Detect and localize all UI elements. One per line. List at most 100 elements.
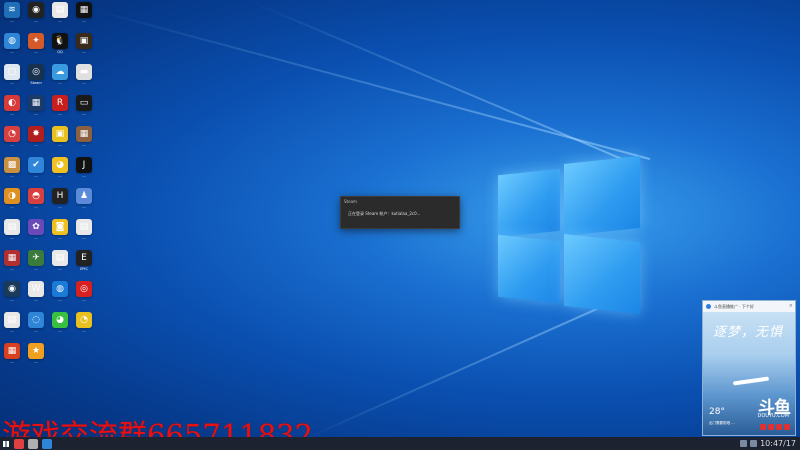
desktop-icon[interactable]: ▦...: [25, 95, 47, 116]
app-icon: ≋: [4, 2, 20, 18]
app-icon: ◎: [76, 281, 92, 297]
desktop-icon[interactable]: ▩...: [1, 157, 23, 178]
toast-message: 正在登录 Steam 帐户：kutialaa_2c0...: [348, 211, 421, 216]
desktop-icon-label: ...: [10, 174, 14, 178]
desktop-icon[interactable]: 🐧 QQ: [49, 33, 71, 54]
desktop-icon[interactable]: ◕...: [49, 157, 71, 178]
desktop-icon-label: ...: [10, 50, 14, 54]
logo-pane: [564, 156, 640, 236]
app-icon: ◔: [4, 126, 20, 142]
desktop-icon[interactable]: J...: [73, 157, 95, 178]
desktop-icon-label: ...: [34, 50, 38, 54]
app-icon: ◔: [76, 312, 92, 328]
network-icon[interactable]: [740, 440, 748, 447]
desktop-icon[interactable]: ▤...: [49, 2, 71, 23]
desktop-icon-label: ...: [82, 112, 86, 116]
wallpaper-beam: [89, 8, 651, 161]
pinned-app-1-icon[interactable]: [14, 438, 24, 449]
desktop-icon[interactable]: W...: [25, 281, 47, 302]
app-icon: ♟: [76, 188, 92, 204]
desktop-icon[interactable]: E EPIC: [73, 250, 95, 271]
desktop-icon[interactable]: ◌...: [25, 312, 47, 333]
desktop-icon-label: ...: [58, 236, 62, 240]
desktop-icon[interactable]: ▦...: [1, 250, 23, 271]
steam-login-toast[interactable]: Steam 正在登录 Steam 帐户：kutialaa_2c0...: [340, 196, 460, 229]
desktop-icon[interactable]: ◔...: [1, 126, 23, 147]
desktop-icon[interactable]: ◓...: [25, 188, 47, 209]
desktop-icon[interactable]: ◙...: [49, 219, 71, 240]
desktop-icon[interactable]: ◕...: [49, 312, 71, 333]
desktop-icon[interactable]: ✈...: [25, 250, 47, 271]
desktop-icon-label: ...: [82, 329, 86, 333]
pinned-app-3-icon[interactable]: [42, 438, 52, 449]
desktop-icon-label: ...: [82, 174, 86, 178]
desktop-icon[interactable]: ▤...: [49, 250, 71, 271]
clock[interactable]: 10:47/17: [760, 439, 796, 448]
app-icon: J: [76, 157, 92, 173]
desktop-icon-label: ...: [58, 112, 62, 116]
desktop-icon-label: ...: [82, 19, 86, 23]
desktop-icon[interactable]: ▣...: [73, 33, 95, 54]
desktop-icon[interactable]: ▢...: [1, 64, 23, 85]
douyu-ad-popup[interactable]: 斗鱼直播推广 · 下个好 × 逐梦，无惧 斗鱼 DOUYU.COM 28° 出门…: [702, 300, 796, 436]
app-icon: ◕: [52, 312, 68, 328]
desktop-icon-label: ...: [82, 236, 86, 240]
desktop-icon[interactable]: ◉...: [25, 2, 47, 23]
desktop-icon[interactable]: ✿...: [25, 219, 47, 240]
desktop-icon-label: ...: [58, 205, 62, 209]
app-icon: ▤: [52, 2, 68, 18]
start-button[interactable]: [0, 437, 12, 450]
desktop-icon[interactable]: ◎...: [73, 281, 95, 302]
desktop-icon-label: ...: [58, 298, 62, 302]
app-icon: ◑: [4, 188, 20, 204]
desktop-icon[interactable]: ≋...: [1, 2, 23, 23]
desktop-icon-label: ...: [34, 267, 38, 271]
desktop-icon[interactable]: ◔...: [73, 312, 95, 333]
pinned-apps: [12, 438, 54, 449]
desktop-icon[interactable]: H...: [49, 188, 71, 209]
desktop-icon[interactable]: ♟...: [73, 188, 95, 209]
pinned-app-2-icon[interactable]: [28, 438, 38, 449]
desktop-icon[interactable]: ◎ Steam: [25, 64, 47, 85]
desktop-icon[interactable]: ◍...: [49, 281, 71, 302]
desktop-icon[interactable]: ◑...: [1, 188, 23, 209]
volume-icon[interactable]: [750, 440, 758, 447]
desktop-icon[interactable]: ✔...: [25, 157, 47, 178]
app-icon: E: [76, 250, 92, 266]
desktop-icon-label: ...: [34, 329, 38, 333]
close-icon[interactable]: ×: [789, 303, 793, 309]
app-icon: ✔: [28, 157, 44, 173]
desktop-icon[interactable]: ▤...: [73, 219, 95, 240]
desktop-icon-label: ...: [34, 19, 38, 23]
desktop-icon[interactable]: ◉...: [1, 281, 23, 302]
desktop-icon[interactable]: ▣...: [49, 126, 71, 147]
desktop-icon[interactable]: ◍...: [1, 33, 23, 54]
tray-app-icon[interactable]: [760, 424, 766, 430]
desktop-icon[interactable]: ★...: [25, 343, 47, 364]
desktop-icon[interactable]: ▤...: [1, 312, 23, 333]
app-icon: ◕: [52, 157, 68, 173]
desktop-icon[interactable]: ▦...: [73, 2, 95, 23]
tray-app-icon[interactable]: [784, 424, 790, 430]
tray-app-icon[interactable]: [776, 424, 782, 430]
desktop-icon[interactable]: ✸...: [25, 126, 47, 147]
desktop-icon[interactable]: ◐...: [1, 95, 23, 116]
desktop-icon[interactable]: ▬...: [73, 64, 95, 85]
desktop-icon[interactable]: ✦...: [25, 33, 47, 54]
app-icon: ▬: [76, 64, 92, 80]
desktop-icon-label: ...: [58, 81, 62, 85]
tray-app-icon[interactable]: [768, 424, 774, 430]
desktop-icon-label: ...: [10, 19, 14, 23]
desktop-icon[interactable]: R...: [49, 95, 71, 116]
app-icon: H: [52, 188, 68, 204]
desktop-icon[interactable]: ▭...: [73, 95, 95, 116]
app-icon: ▤: [76, 219, 92, 235]
desktop-icon[interactable]: ▦...: [1, 343, 23, 364]
desktop-icon[interactable]: ▤...: [1, 219, 23, 240]
desktop-icon-label: ...: [10, 81, 14, 85]
desktop-icon[interactable]: ▦...: [73, 126, 95, 147]
desktop-icon-label: ...: [58, 329, 62, 333]
app-icon: ◌: [28, 312, 44, 328]
desktop-icon[interactable]: ☁...: [49, 64, 71, 85]
app-icon: ▦: [28, 95, 44, 111]
